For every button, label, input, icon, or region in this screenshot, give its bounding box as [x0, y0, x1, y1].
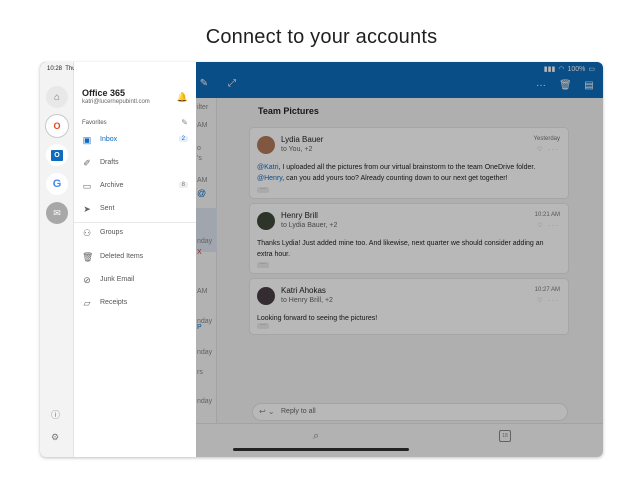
edit-favorites-icon[interactable]: ✎: [181, 118, 188, 127]
page-headline: Connect to your accounts: [205, 26, 438, 48]
folder-label: Junk Email: [100, 276, 135, 283]
account-name: Office 365: [82, 88, 126, 98]
help-icon[interactable]: ⓘ: [51, 408, 60, 421]
bell-icon[interactable]: 🔔: [177, 92, 188, 103]
folder-label: Deleted Items: [100, 253, 144, 260]
folder-label: Archive: [100, 182, 124, 189]
outlook-account-icon[interactable]: O: [46, 144, 68, 166]
folder-inbox[interactable]: ▣ Inbox 2: [74, 129, 196, 152]
clock: 10:28: [47, 66, 63, 72]
folder-archive[interactable]: ▭ Archive 8: [74, 175, 196, 198]
home-icon[interactable]: ⌂: [46, 86, 68, 108]
home-indicator: [233, 448, 409, 451]
groups-icon: ⚇: [82, 228, 92, 238]
inbox-icon: ▣: [82, 135, 92, 145]
folder-groups[interactable]: ⚇ Groups: [74, 222, 196, 245]
folder-drafts[interactable]: ✐ Drafts: [74, 152, 196, 175]
folder-icon: ▱: [83, 298, 91, 308]
trash-icon: 🗑: [82, 252, 94, 262]
google-account-icon[interactable]: G: [46, 173, 68, 195]
account-email: katri@lucernepubintl.com: [82, 99, 150, 105]
folder-label: Drafts: [100, 159, 119, 166]
folder-label: Inbox: [100, 136, 118, 143]
folder-sent[interactable]: ➤ Sent: [74, 198, 196, 221]
folder-label: Groups: [100, 229, 123, 236]
tablet-frame: ▮▮▮ ◠ 100% ▭ ✎ ⤢ ··· 🗑 ▤ ilter AM o 's A…: [40, 62, 603, 457]
folder-count: 2: [178, 136, 188, 142]
folder-count: 8: [178, 182, 188, 188]
folder-receipts[interactable]: ▱ Receipts: [74, 292, 196, 315]
folder-label: Receipts: [100, 299, 128, 306]
folder-drawer: Office 365 katri@lucernepubintl.com 🔔 Fa…: [74, 62, 196, 457]
junk-icon: ⊘: [83, 275, 91, 285]
add-account-icon[interactable]: ✉: [46, 202, 68, 224]
folder-junk-email[interactable]: ⊘ Junk Email: [74, 269, 196, 292]
folder-label: Sent: [100, 205, 115, 212]
account-rail: 10:28 Thu Jun 18 ⌂ O O G ✉ ⓘ ⚙: [40, 62, 95, 457]
folder-deleted-items[interactable]: 🗑 Deleted Items: [74, 246, 196, 269]
settings-gear-icon[interactable]: ⚙: [51, 432, 59, 443]
office-account-icon[interactable]: O: [46, 115, 68, 137]
archive-icon: ▭: [82, 181, 92, 191]
drafts-icon: ✐: [83, 158, 91, 168]
sent-icon: ➤: [83, 204, 91, 214]
favorites-label: Favorites: [82, 120, 107, 126]
